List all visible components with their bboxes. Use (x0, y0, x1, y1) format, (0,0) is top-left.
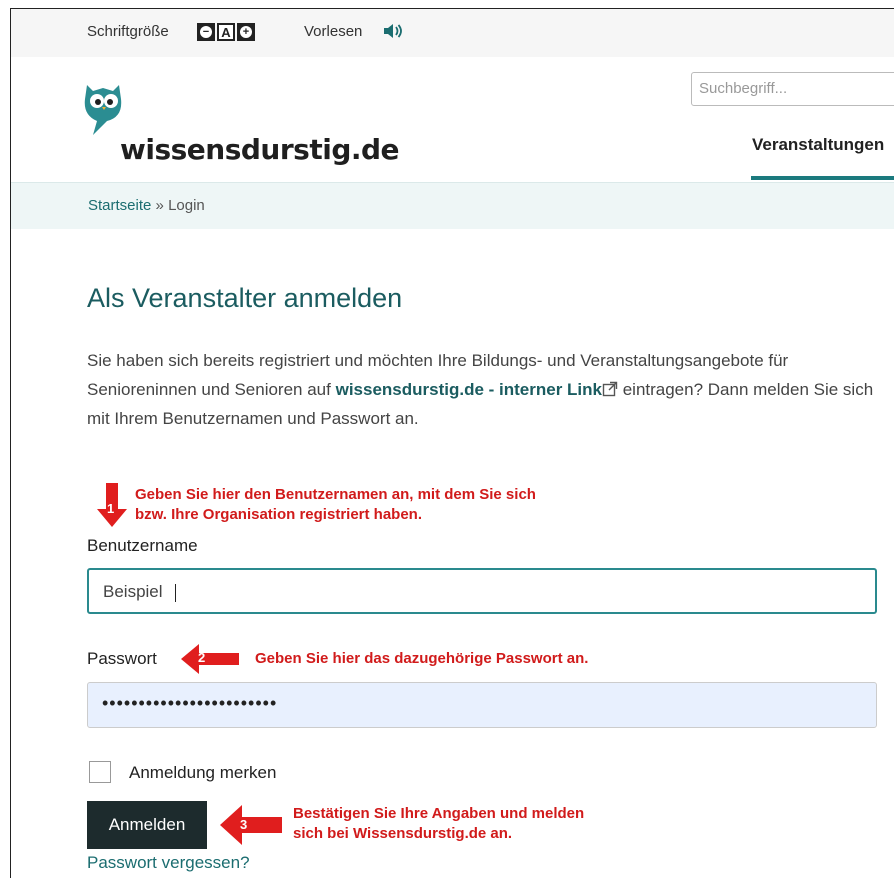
annotation-number-2: 2 (198, 650, 206, 665)
annotation-1-line-2: bzw. Ihre Organisation registriert haben… (135, 506, 422, 523)
annotation-3-line-2: sich bei Wissensdurstig.de an. (293, 825, 513, 842)
username-input[interactable]: Beispiel (87, 568, 877, 614)
font-normal-button[interactable]: A (217, 23, 235, 41)
speaker-icon[interactable] (383, 22, 403, 40)
breadcrumb-separator: » (151, 197, 169, 214)
font-size-label: Schriftgröße (87, 23, 169, 40)
annotation-number-3: 3 (240, 817, 248, 832)
site-logo-text[interactable]: wissensdurstig.de (120, 133, 400, 166)
nav-item-veranstaltungen[interactable]: Veranstaltungen (752, 135, 884, 155)
page-frame: Schriftgröße − A + Vorlesen wissensdurst… (10, 8, 894, 878)
annotation-1-line-1: Geben Sie hier den Benutzernamen an, mit… (135, 486, 536, 503)
read-aloud-link[interactable]: Vorlesen (304, 23, 362, 40)
annotation-3-line-1: Bestätigen Sie Ihre Angaben und melden (293, 805, 585, 822)
password-label: Passwort (87, 649, 157, 668)
username-label: Benutzername (87, 536, 198, 555)
breadcrumb: Startseite » Login (11, 182, 894, 229)
nav-active-indicator (751, 176, 894, 180)
owl-logo-icon[interactable] (83, 77, 127, 139)
annotation-2-text: Geben Sie hier das dazugehörige Passwort… (255, 650, 589, 667)
annotation-1-text: Geben Sie hier den Benutzernamen an, mit… (135, 485, 536, 525)
remember-checkbox[interactable] (89, 761, 111, 783)
breadcrumb-current: Login (168, 197, 205, 214)
intro-text: Sie haben sich bereits registriert und m… (87, 346, 877, 433)
annotation-arrow-left-icon-3 (220, 805, 282, 845)
plus-icon: + (240, 26, 252, 38)
login-button[interactable]: Anmelden (87, 801, 207, 849)
forgot-password-link[interactable]: Passwort vergessen? (87, 853, 250, 873)
remember-label[interactable]: Anmeldung merken (129, 763, 276, 783)
annotation-3-text: Bestätigen Sie Ihre Angaben und melden s… (293, 804, 584, 844)
breadcrumb-home-link[interactable]: Startseite (88, 197, 151, 214)
annotation-arrow-left-icon (181, 644, 239, 674)
external-link-icon (602, 381, 618, 397)
username-value: Beispiel (103, 582, 163, 601)
utility-bar: Schriftgröße − A + Vorlesen (11, 9, 894, 57)
page-title: Als Veranstalter anmelden (87, 283, 403, 313)
internal-link[interactable]: wissensdurstig.de - interner Link (336, 380, 602, 399)
text-caret (175, 584, 176, 602)
search-input[interactable]: Suchbegriff... (691, 72, 894, 106)
password-input[interactable]: •••••••••••••••••••••••• (87, 682, 877, 728)
font-decrease-button[interactable]: − (197, 23, 215, 41)
annotation-number-1: 1 (107, 501, 115, 516)
minus-icon: − (200, 26, 212, 38)
font-increase-button[interactable]: + (237, 23, 255, 41)
password-value: •••••••••••••••••••••••• (102, 693, 278, 713)
